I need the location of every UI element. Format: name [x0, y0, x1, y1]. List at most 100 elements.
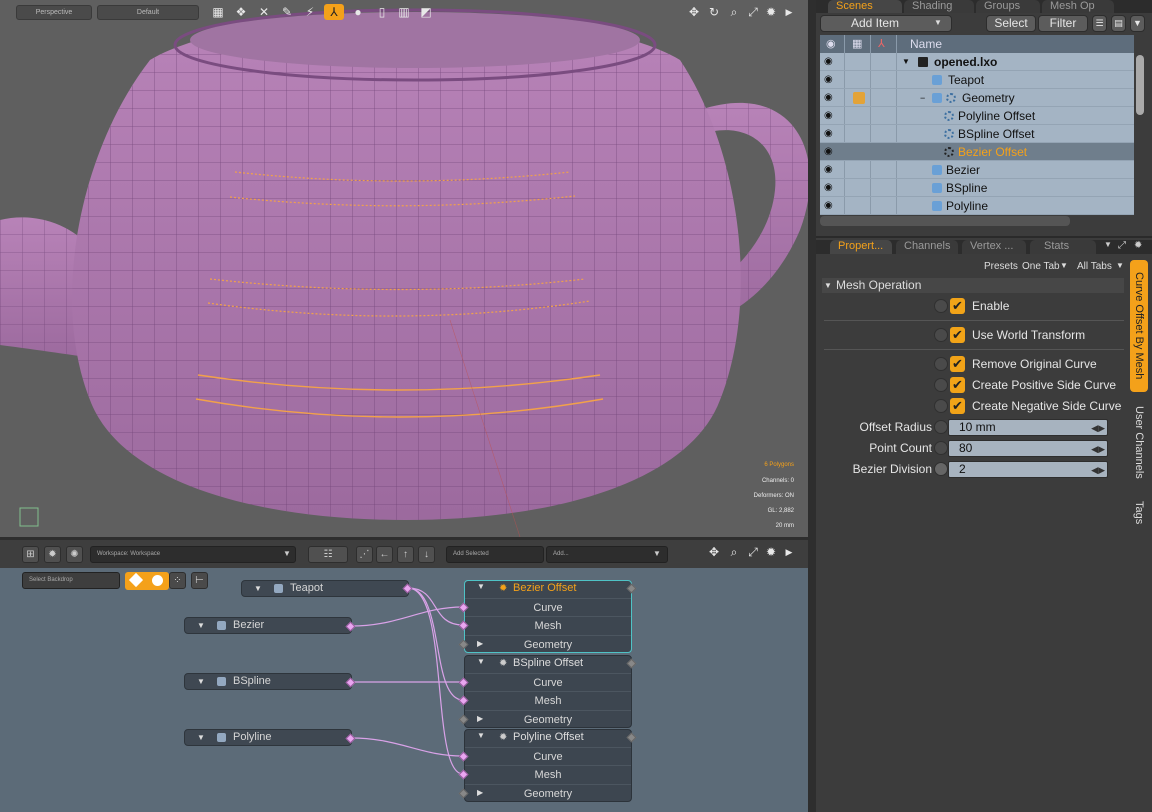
eye-icon[interactable]: ◉	[824, 182, 833, 194]
input-geometry[interactable]: Geometry	[465, 635, 631, 653]
eye-icon[interactable]: ◉	[824, 74, 833, 86]
spinner-icon[interactable]: ◀▶	[1091, 421, 1105, 436]
gear-icon[interactable]: ✹	[763, 4, 779, 20]
offset-radius-field[interactable]: 10 mm ◀▶	[948, 419, 1108, 436]
input-curve[interactable]: Curve	[465, 673, 631, 691]
tab-vertex[interactable]: Vertex ...	[962, 240, 1026, 254]
expand-icon[interactable]: ▶	[477, 714, 483, 723]
expand-icon[interactable]: ▶	[477, 788, 483, 797]
book-icon[interactable]: ▥	[396, 4, 412, 20]
tab-shading[interactable]: Shading	[904, 0, 974, 13]
schematic-view[interactable]: ⊞ ✹ ✺ Workspace: Workspace ▼ ☷ ⋰ ← ↑ ↓ A…	[0, 540, 808, 812]
negative-side-checkbox[interactable]: ✔	[950, 398, 965, 414]
list-icon[interactable]: ☰	[1092, 15, 1107, 32]
input-geometry[interactable]: Geometry	[465, 784, 631, 802]
tab-scenes[interactable]: Scenes	[828, 0, 902, 13]
enable-checkbox[interactable]: ✔	[950, 298, 965, 314]
view-style-dropdown[interactable]: Default	[97, 5, 199, 20]
rotate-icon[interactable]: ↻	[706, 4, 722, 20]
link-toggle[interactable]	[934, 357, 948, 371]
input-geometry[interactable]: Geometry	[465, 710, 631, 728]
input-curve[interactable]: Curve	[465, 598, 631, 616]
item-list[interactable]: ◉ ▦ ⅄ Name ◉ ▼ opened.lxo ◉ Teapot ◉ − G…	[820, 35, 1134, 215]
collapse-icon[interactable]: ▼	[902, 53, 910, 71]
point-count-field[interactable]: 80 ◀▶	[948, 440, 1108, 457]
tree-row-geometry[interactable]: ◉ − Geometry	[820, 89, 1134, 107]
drop-icon[interactable]: ●	[350, 4, 366, 20]
link-toggle[interactable]	[934, 299, 948, 313]
input-mesh[interactable]: Mesh	[465, 691, 631, 709]
positive-side-checkbox[interactable]: ✔	[950, 377, 965, 393]
tree-row-bspline[interactable]: ◉ BSpline	[820, 179, 1134, 197]
node-bspline[interactable]: ▼ BSpline	[184, 673, 352, 690]
filter-button[interactable]: Filter	[1038, 15, 1088, 32]
tree-row-teapot[interactable]: ◉ Teapot	[820, 71, 1134, 89]
tab-tags[interactable]: Tags	[1130, 492, 1148, 534]
node-teapot[interactable]: ▼ Teapot	[241, 580, 409, 597]
tab-stats[interactable]: Stats	[1030, 240, 1096, 254]
chevron-down-icon[interactable]: ▼	[1104, 240, 1112, 249]
eye-icon[interactable]: ◉	[824, 92, 833, 104]
wireframe-icon[interactable]: ✕	[256, 4, 272, 20]
funnel-icon[interactable]: ▼	[1130, 15, 1145, 32]
name-column-header[interactable]: Name	[910, 35, 942, 53]
tree-row-bspline-offset[interactable]: ◉ BSpline Offset	[820, 125, 1134, 143]
columns-icon[interactable]: ▤	[1111, 15, 1126, 32]
lightning-icon[interactable]: ⚡	[302, 4, 318, 20]
move-icon[interactable]: ✥	[686, 4, 702, 20]
presets-button[interactable]: Presets	[984, 261, 1018, 272]
eye-icon[interactable]: ◉	[824, 200, 833, 212]
node-polyline-offset[interactable]: ▼ ✹ Polyline Offset Curve Mesh Geometry …	[464, 729, 632, 802]
input-curve[interactable]: Curve	[465, 747, 631, 765]
link-toggle[interactable]	[934, 420, 948, 434]
one-tab-button[interactable]: One Tab	[1022, 261, 1060, 272]
checker-icon[interactable]: ▦	[210, 4, 226, 20]
link-toggle[interactable]	[934, 462, 948, 476]
view-mode-dropdown[interactable]: Perspective	[16, 5, 92, 20]
eye-icon[interactable]: ◉	[824, 128, 833, 140]
tab-channels[interactable]: Channels	[896, 240, 958, 254]
tab-properties[interactable]: Propert...	[830, 240, 892, 254]
document-icon[interactable]: ▯	[374, 4, 390, 20]
collapse-icon[interactable]: ▼	[477, 657, 485, 666]
section-mesh-operation[interactable]: ▼ Mesh Operation	[822, 278, 1124, 293]
horizontal-scrollbar[interactable]	[820, 216, 1070, 226]
bezier-division-field[interactable]: 2 ◀▶	[948, 461, 1108, 478]
image-icon[interactable]: ◩	[418, 4, 434, 20]
collapse-icon[interactable]: −	[920, 89, 925, 107]
tree-row-polyline-offset[interactable]: ◉ Polyline Offset	[820, 107, 1134, 125]
link-toggle[interactable]	[934, 399, 948, 413]
input-mesh[interactable]: Mesh	[465, 616, 631, 634]
all-tabs-button[interactable]: All Tabs	[1077, 261, 1112, 272]
expand-icon[interactable]: ▶	[477, 639, 483, 648]
remove-original-checkbox[interactable]: ✔	[950, 356, 965, 372]
tab-mesh-op[interactable]: Mesh Op	[1042, 0, 1114, 13]
collapse-icon[interactable]: ▼	[824, 278, 832, 293]
eye-icon[interactable]: ◉	[824, 146, 833, 158]
node-bezier[interactable]: ▼ Bezier	[184, 617, 352, 634]
active-tool-icon[interactable]: ⅄	[324, 4, 344, 20]
collapse-icon[interactable]: ▼	[197, 730, 205, 745]
vertical-splitter[interactable]	[808, 0, 816, 812]
world-transform-checkbox[interactable]: ✔	[950, 327, 965, 343]
collapse-icon[interactable]: ▼	[477, 731, 485, 740]
link-toggle[interactable]	[934, 328, 948, 342]
collapse-icon[interactable]: ▼	[477, 582, 485, 591]
node-bspline-offset[interactable]: ▼ ✹ BSpline Offset Curve Mesh Geometry ▶	[464, 655, 632, 728]
paint-icon[interactable]: ✎	[279, 4, 295, 20]
tab-curve-offset-by-mesh[interactable]: Curve Offset By Mesh	[1130, 260, 1148, 392]
spinner-icon[interactable]: ◀▶	[1091, 442, 1105, 457]
tree-row-bezier-offset[interactable]: ◉ Bezier Offset	[820, 143, 1134, 161]
eye-icon[interactable]: ◉	[824, 56, 833, 68]
select-button[interactable]: Select	[986, 15, 1036, 32]
expand-arrow-icon[interactable]: ▶	[781, 4, 797, 20]
collapse-icon[interactable]: ▼	[254, 581, 262, 596]
node-polyline[interactable]: ▼ Polyline	[184, 729, 352, 746]
tree-row-bezier[interactable]: ◉ Bezier	[820, 161, 1134, 179]
link-toggle[interactable]	[934, 378, 948, 392]
fit-icon[interactable]: ⤢	[745, 4, 761, 20]
scrollbar[interactable]	[1136, 55, 1144, 115]
node-bezier-offset[interactable]: ▼ ✹ Bezier Offset Curve Mesh Geometry ▶	[464, 580, 632, 653]
3d-viewport[interactable]: Perspective Default ▦ ❖ ✕ ✎ ⚡ ⅄ ● ▯ ▥ ◩ …	[0, 0, 808, 537]
collapse-icon[interactable]: ▼	[197, 618, 205, 633]
